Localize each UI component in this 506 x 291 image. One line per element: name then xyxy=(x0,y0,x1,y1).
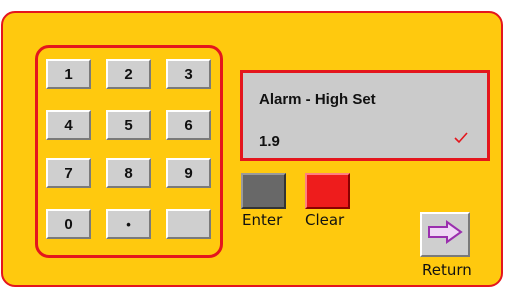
key-5[interactable]: 5 xyxy=(106,110,151,140)
display-value: 1.9 xyxy=(259,133,280,150)
return-label: Return xyxy=(422,261,472,279)
enter-button[interactable] xyxy=(241,173,286,209)
key-1[interactable]: 1 xyxy=(46,59,91,89)
key-7[interactable]: 7 xyxy=(46,158,91,188)
key-2[interactable]: 2 xyxy=(106,59,151,89)
key-4[interactable]: 4 xyxy=(46,110,91,140)
key-6[interactable]: 6 xyxy=(166,110,211,140)
return-button[interactable] xyxy=(420,212,470,257)
key-9[interactable]: 9 xyxy=(166,158,211,188)
key-decimal[interactable]: • xyxy=(106,209,151,239)
clear-button[interactable] xyxy=(305,173,350,209)
key-8[interactable]: 8 xyxy=(106,158,151,188)
clear-label: Clear xyxy=(305,211,345,229)
key-0[interactable]: 0 xyxy=(46,209,91,239)
arrow-right-icon xyxy=(427,220,463,249)
value-display: Alarm - High Set 1.9 xyxy=(240,70,490,161)
key-3[interactable]: 3 xyxy=(166,59,211,89)
display-title: Alarm - High Set xyxy=(259,91,376,108)
key-blank[interactable] xyxy=(166,209,211,239)
check-icon xyxy=(454,131,468,149)
enter-label: Enter xyxy=(242,211,283,229)
